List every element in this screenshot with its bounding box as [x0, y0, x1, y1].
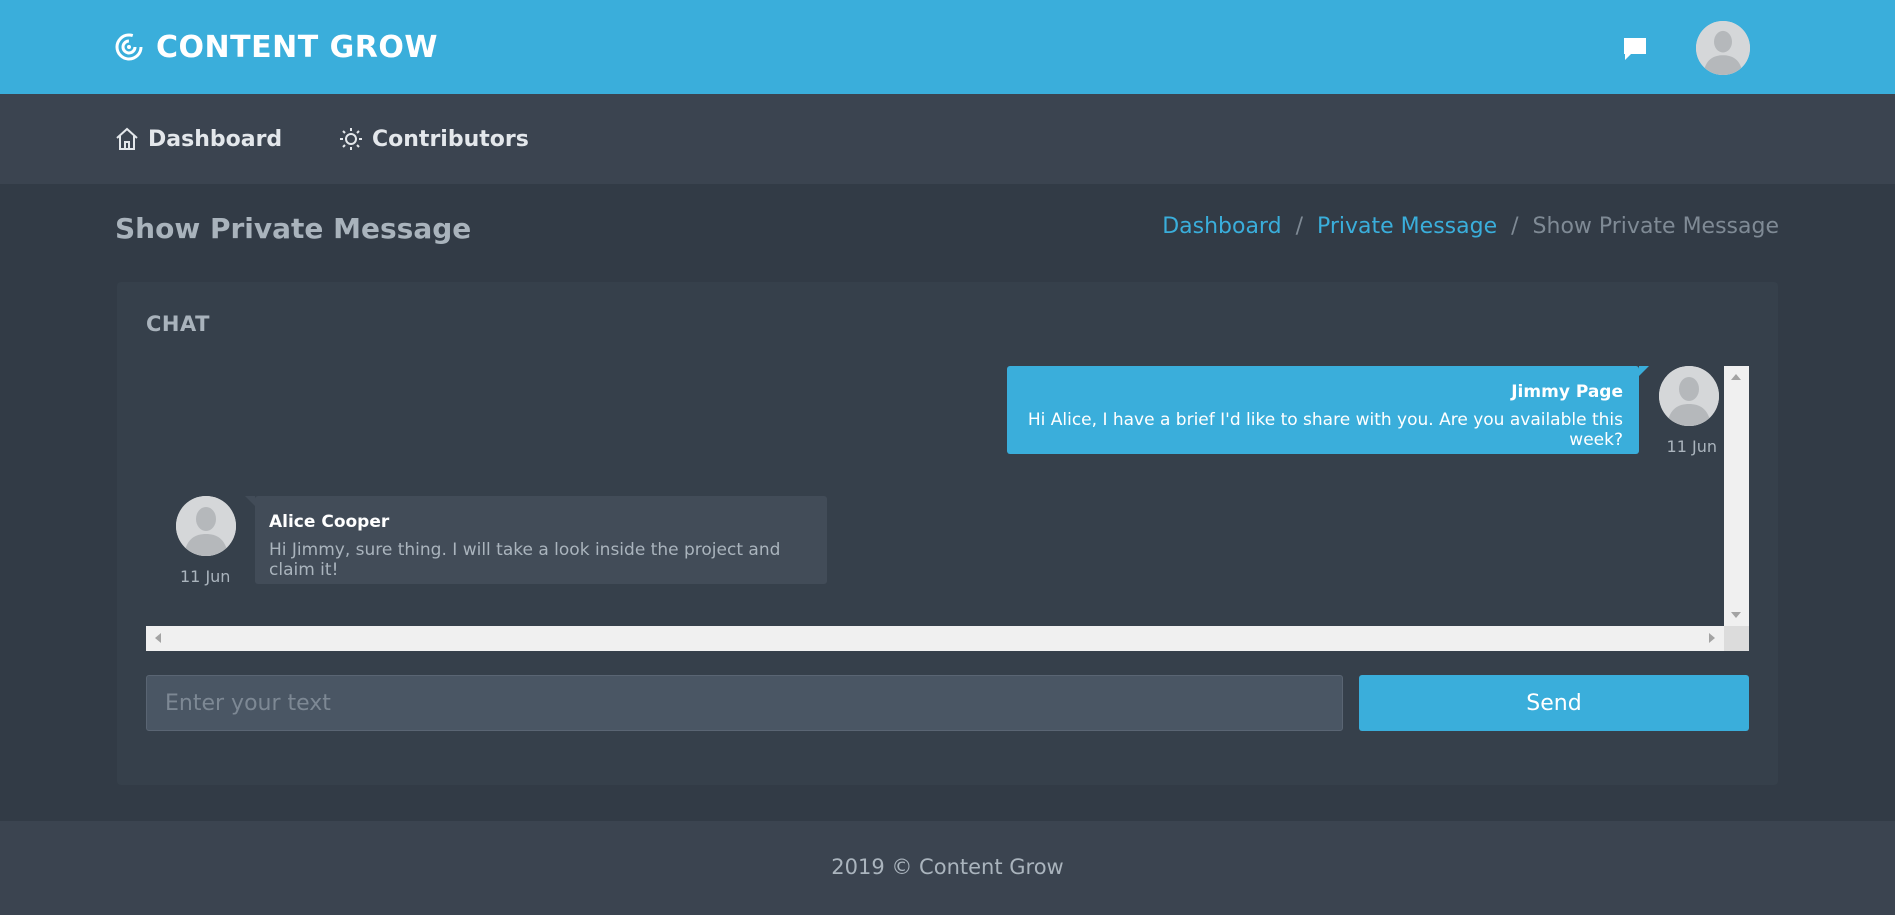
main-nav: Dashboard Contributors — [0, 94, 1895, 184]
user-avatar-icon — [176, 496, 236, 556]
scroll-right-icon[interactable] — [1709, 633, 1715, 643]
nav-item-label: Contributors — [372, 126, 529, 152]
chat-title: CHAT — [146, 312, 210, 336]
spiral-logo-icon — [115, 33, 143, 61]
footer-copyright: 2019 © Content Grow — [831, 855, 1064, 879]
message-author: Alice Cooper — [269, 512, 390, 532]
scroll-left-icon[interactable] — [155, 633, 161, 643]
page-title: Show Private Message — [115, 212, 472, 245]
message-text: Hi Alice, I have a brief I'd like to sha… — [1027, 410, 1623, 450]
chat-card: CHAT Jimmy Page Hi Alice, I have a brief… — [117, 282, 1778, 785]
sun-icon — [340, 128, 362, 150]
chat-bubble-icon — [1624, 38, 1646, 60]
vertical-scrollbar[interactable] — [1724, 366, 1749, 626]
user-avatar-icon — [1696, 21, 1750, 75]
message-time: 11 Jun — [180, 567, 231, 586]
user-avatar[interactable] — [1696, 21, 1750, 75]
chat-messages-area[interactable]: Jimmy Page Hi Alice, I have a brief I'd … — [146, 366, 1749, 651]
scroll-up-icon[interactable] — [1731, 374, 1741, 380]
breadcrumb-separator: / — [1511, 214, 1519, 239]
message-time: 11 Jun — [1666, 437, 1717, 456]
scrollbar-corner — [1724, 626, 1749, 651]
messages-button[interactable] — [1621, 36, 1649, 62]
breadcrumb-private-message[interactable]: Private Message — [1317, 214, 1497, 239]
home-icon — [116, 127, 138, 150]
nav-item-label: Dashboard — [148, 126, 283, 152]
brand-name: CONTENT GROW — [156, 29, 438, 65]
breadcrumb-current: Show Private Message — [1532, 214, 1779, 239]
breadcrumb-separator: / — [1295, 214, 1303, 239]
message-bubble-incoming: Alice Cooper Hi Jimmy, sure thing. I wil… — [245, 496, 827, 584]
nav-item-dashboard[interactable]: Dashboard — [114, 122, 282, 156]
breadcrumb-dashboard[interactable]: Dashboard — [1162, 214, 1281, 239]
horizontal-scrollbar[interactable] — [146, 626, 1724, 651]
scroll-down-icon[interactable] — [1731, 612, 1741, 618]
send-button[interactable]: Send — [1359, 675, 1749, 731]
message-avatar — [1659, 366, 1719, 426]
nav-item-contributors[interactable]: Contributors — [338, 122, 529, 156]
top-bar: CONTENT GROW — [0, 0, 1895, 94]
chat-text-input[interactable] — [146, 675, 1343, 731]
message-author: Jimmy Page — [1511, 382, 1623, 402]
message-text: Hi Jimmy, sure thing. I will take a look… — [269, 540, 781, 580]
message-avatar — [176, 496, 236, 556]
footer: 2019 © Content Grow — [0, 821, 1895, 915]
user-avatar-icon — [1659, 366, 1719, 426]
brand-logo[interactable]: CONTENT GROW — [114, 27, 438, 67]
message-bubble-outgoing: Jimmy Page Hi Alice, I have a brief I'd … — [1007, 366, 1649, 454]
breadcrumb: Dashboard / Private Message / Show Priva… — [1162, 214, 1779, 239]
